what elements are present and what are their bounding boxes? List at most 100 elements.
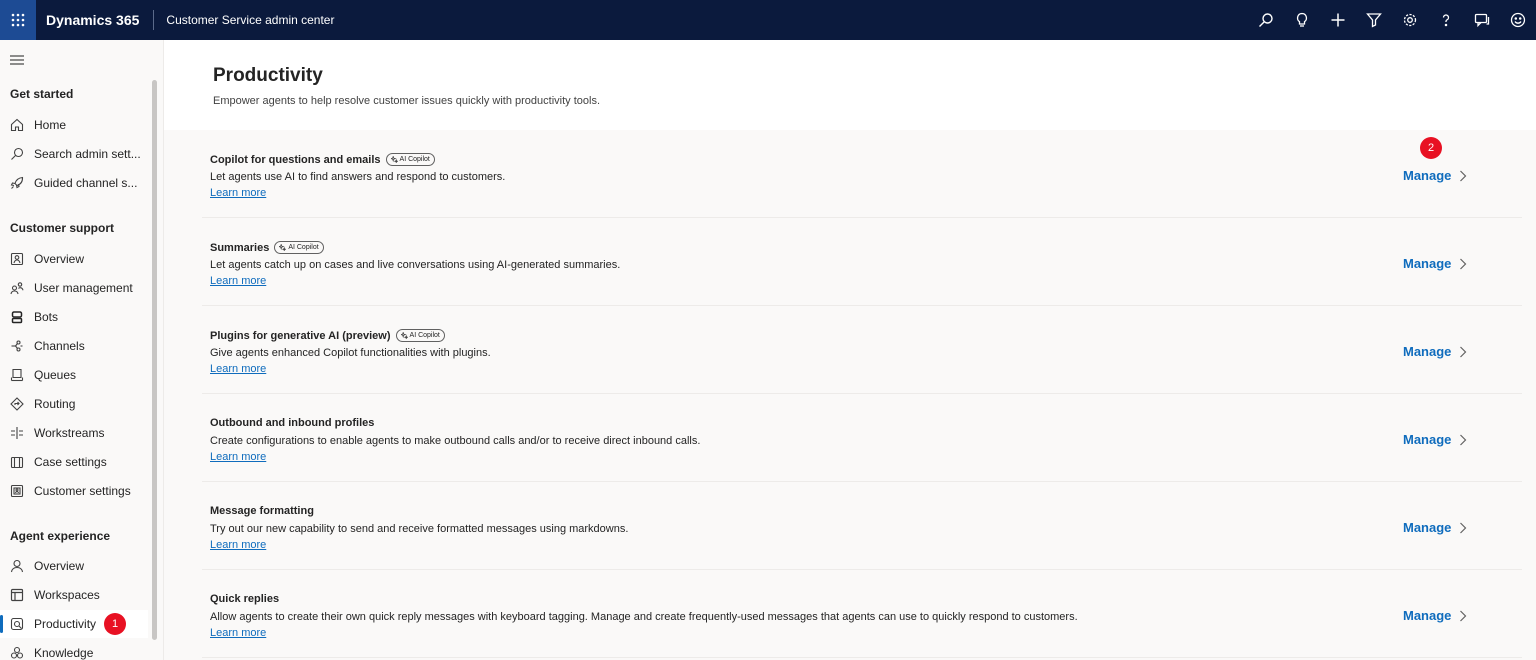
queue-icon: [10, 368, 24, 382]
card-title: Summaries AI Copilot: [210, 241, 324, 254]
workspace-icon: [10, 588, 24, 602]
chevron-right-icon: [1460, 258, 1467, 269]
sidebar-scrollbar[interactable]: [152, 80, 157, 640]
users-icon: [10, 282, 24, 295]
learn-more-link[interactable]: Learn more: [210, 363, 266, 375]
search-button[interactable]: [1248, 0, 1284, 40]
card-description: Give agents enhanced Copilot functionali…: [210, 347, 491, 359]
feedback-button[interactable]: [1500, 0, 1536, 40]
manage-label: Manage: [1403, 168, 1452, 183]
manage-label: Manage: [1403, 256, 1452, 271]
section-title-agent-experience: Agent experience: [10, 529, 111, 543]
ai-copilot-tag-label: AI Copilot: [288, 244, 319, 251]
channels-icon: [11, 340, 23, 352]
card-description: Try out our new capability to send and r…: [210, 523, 629, 535]
topbar-actions: [1248, 0, 1536, 40]
sidebar-item-queues[interactable]: Queues: [0, 361, 148, 389]
sidebar-item-guided-channel[interactable]: Guided channel s...: [0, 169, 148, 197]
card-title: Plugins for generative AI (preview) AI C…: [210, 329, 445, 342]
page-title: Productivity: [213, 65, 323, 86]
sidebar-item-case-settings[interactable]: Case settings: [0, 448, 148, 476]
filter-icon: [1366, 13, 1382, 28]
manage-label: Manage: [1403, 520, 1452, 535]
sidebar-item-label: Overview: [34, 559, 85, 573]
manage-button[interactable]: Manage: [1403, 344, 1467, 359]
sidebar-item-user-management[interactable]: User management: [0, 274, 148, 302]
rocket-icon: [10, 176, 24, 189]
card-description: Allow agents to create their own quick r…: [210, 611, 1078, 623]
manage-button[interactable]: Manage: [1403, 520, 1467, 535]
productivity-icon: [10, 617, 24, 631]
home-icon: [10, 118, 24, 132]
brand-title[interactable]: Dynamics 365: [36, 0, 153, 40]
sidebar-item-agent-overview[interactable]: Overview: [0, 552, 148, 580]
ai-copilot-tag-label: AI Copilot: [409, 332, 440, 339]
sidebar-item-label: Queues: [34, 368, 77, 382]
card-message-formatting: Message formatting Try out our new capab…: [202, 482, 1522, 570]
manage-button[interactable]: Manage: [1403, 432, 1467, 447]
card-title-text: Quick replies: [210, 593, 280, 605]
sidebar-item-productivity[interactable]: Productivity 1: [0, 610, 148, 638]
app-name[interactable]: Customer Service admin center: [154, 13, 334, 27]
learn-more-link[interactable]: Learn more: [210, 451, 266, 463]
card-title: Copilot for questions and emails AI Copi…: [210, 153, 435, 166]
card-title-text: Outbound and inbound profiles: [210, 417, 375, 429]
filter-button[interactable]: [1356, 0, 1392, 40]
sidebar: Get started Home Search admin sett... Gu…: [0, 40, 164, 660]
sidebar-item-label: Knowledge: [34, 646, 94, 660]
search-icon: [11, 147, 24, 160]
copilot-sparkle-icon: [279, 244, 287, 251]
card-quick-replies: Quick replies Allow agents to create the…: [202, 570, 1522, 658]
manage-label: Manage: [1403, 608, 1452, 623]
manage-button[interactable]: Manage: [1403, 256, 1467, 271]
sidebar-item-workstreams[interactable]: Workstreams: [0, 419, 148, 447]
sidebar-item-label: Case settings: [34, 455, 107, 469]
annotation-badge: 1: [104, 613, 127, 635]
card-summaries: Summaries AI Copilot Let agents catch up…: [202, 218, 1522, 306]
help-button[interactable]: [1428, 0, 1464, 40]
knowledge-icon: [10, 646, 24, 659]
chevron-right-icon: [1460, 346, 1467, 357]
sidebar-item-bots[interactable]: Bots: [0, 303, 148, 331]
ai-copilot-tag: AI Copilot: [385, 153, 435, 166]
sidebar-item-overview[interactable]: Overview: [0, 245, 148, 273]
sidebar-item-home[interactable]: Home: [0, 111, 148, 139]
card-plugins-generative-ai: Plugins for generative AI (preview) AI C…: [202, 306, 1522, 394]
routing-icon: [10, 397, 24, 411]
sidebar-item-label: Bots: [34, 310, 59, 324]
manage-label: Manage: [1403, 344, 1452, 359]
sidebar-item-label: Guided channel s...: [34, 176, 138, 190]
lightbulb-icon: [1296, 12, 1308, 27]
sidebar-item-label: Search admin sett...: [34, 147, 141, 161]
collapse-nav-button[interactable]: [10, 52, 24, 70]
learn-more-link[interactable]: Learn more: [210, 275, 266, 287]
learn-more-link[interactable]: Learn more: [210, 187, 266, 199]
bot-icon: [11, 311, 23, 324]
sidebar-item-search-admin[interactable]: Search admin sett...: [0, 140, 148, 168]
sidebar-item-knowledge[interactable]: Knowledge: [0, 639, 148, 660]
learn-more-link[interactable]: Learn more: [210, 627, 266, 639]
ai-copilot-tag: AI Copilot: [395, 329, 445, 342]
manage-button[interactable]: Manage: [1403, 168, 1467, 183]
new-button[interactable]: [1320, 0, 1356, 40]
card-description: Let agents use AI to find answers and re…: [210, 171, 506, 183]
chat-button[interactable]: [1464, 0, 1500, 40]
sidebar-item-label: Customer settings: [34, 484, 131, 498]
chevron-right-icon: [1460, 522, 1467, 533]
sidebar-item-label: Workspaces: [34, 588, 100, 602]
sidebar-item-label: Channels: [34, 339, 85, 353]
chevron-right-icon: [1460, 170, 1467, 181]
learn-more-link[interactable]: Learn more: [210, 539, 266, 551]
sidebar-item-label: Workstreams: [34, 426, 105, 440]
sidebar-item-workspaces[interactable]: Workspaces: [0, 581, 148, 609]
sidebar-item-channels[interactable]: Channels: [0, 332, 148, 360]
app-launcher-button[interactable]: [0, 0, 36, 40]
sidebar-item-routing[interactable]: Routing: [0, 390, 148, 418]
card-title-text: Plugins for generative AI (preview): [210, 329, 391, 342]
settings-button[interactable]: [1392, 0, 1428, 40]
card-title: Message formatting: [210, 505, 314, 517]
ideas-button[interactable]: [1284, 0, 1320, 40]
page-header: Productivity Empower agents to help reso…: [164, 40, 1536, 130]
manage-button[interactable]: Manage: [1403, 608, 1467, 623]
sidebar-item-customer-settings[interactable]: Customer settings: [0, 477, 148, 505]
